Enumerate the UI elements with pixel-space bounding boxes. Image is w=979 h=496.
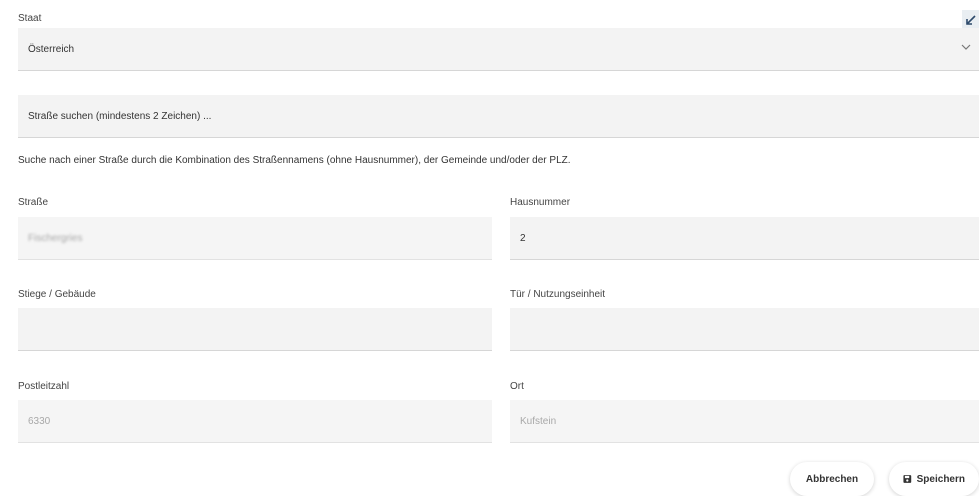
ort-field: Kufstein [510,400,979,443]
hausnummer-value: 2 [520,232,526,244]
hausnummer-label: Hausnummer [510,197,571,208]
plz-value: 6330 [28,415,51,427]
stiege-label: Stiege / Gebäude [18,289,96,300]
chevron-down-icon [961,44,971,50]
strasse-label: Straße [18,197,49,208]
floppy-disk-icon [903,475,912,483]
expand-arrow-icon[interactable] [962,10,979,30]
search-hint: Suche nach einer Straße durch die Kombin… [18,155,571,166]
staat-select[interactable]: Österreich [18,28,979,71]
tuer-field[interactable] [510,308,979,351]
plz-label: Postleitzahl [18,381,70,392]
strasse-value: Fischergries [28,232,83,244]
tuer-label: Tür / Nutzungseinheit [510,289,606,300]
cancel-button-label: Abbrechen [805,473,859,485]
street-search-placeholder: Straße suchen (mindestens 2 Zeichen) ... [28,110,212,122]
strasse-field: Fischergries [18,217,492,260]
cancel-button[interactable]: Abbrechen [790,462,874,496]
plz-field: 6330 [18,400,492,443]
staat-label: Staat [18,13,42,24]
stiege-field[interactable] [18,308,492,351]
street-search-input[interactable]: Straße suchen (mindestens 2 Zeichen) ... [18,95,979,138]
staat-value: Österreich [28,43,75,55]
save-button-label: Speichern [916,473,965,485]
ort-value: Kufstein [520,415,557,427]
hausnummer-field[interactable]: 2 [510,217,979,260]
ort-label: Ort [510,381,524,392]
save-button[interactable]: Speichern [889,462,979,496]
